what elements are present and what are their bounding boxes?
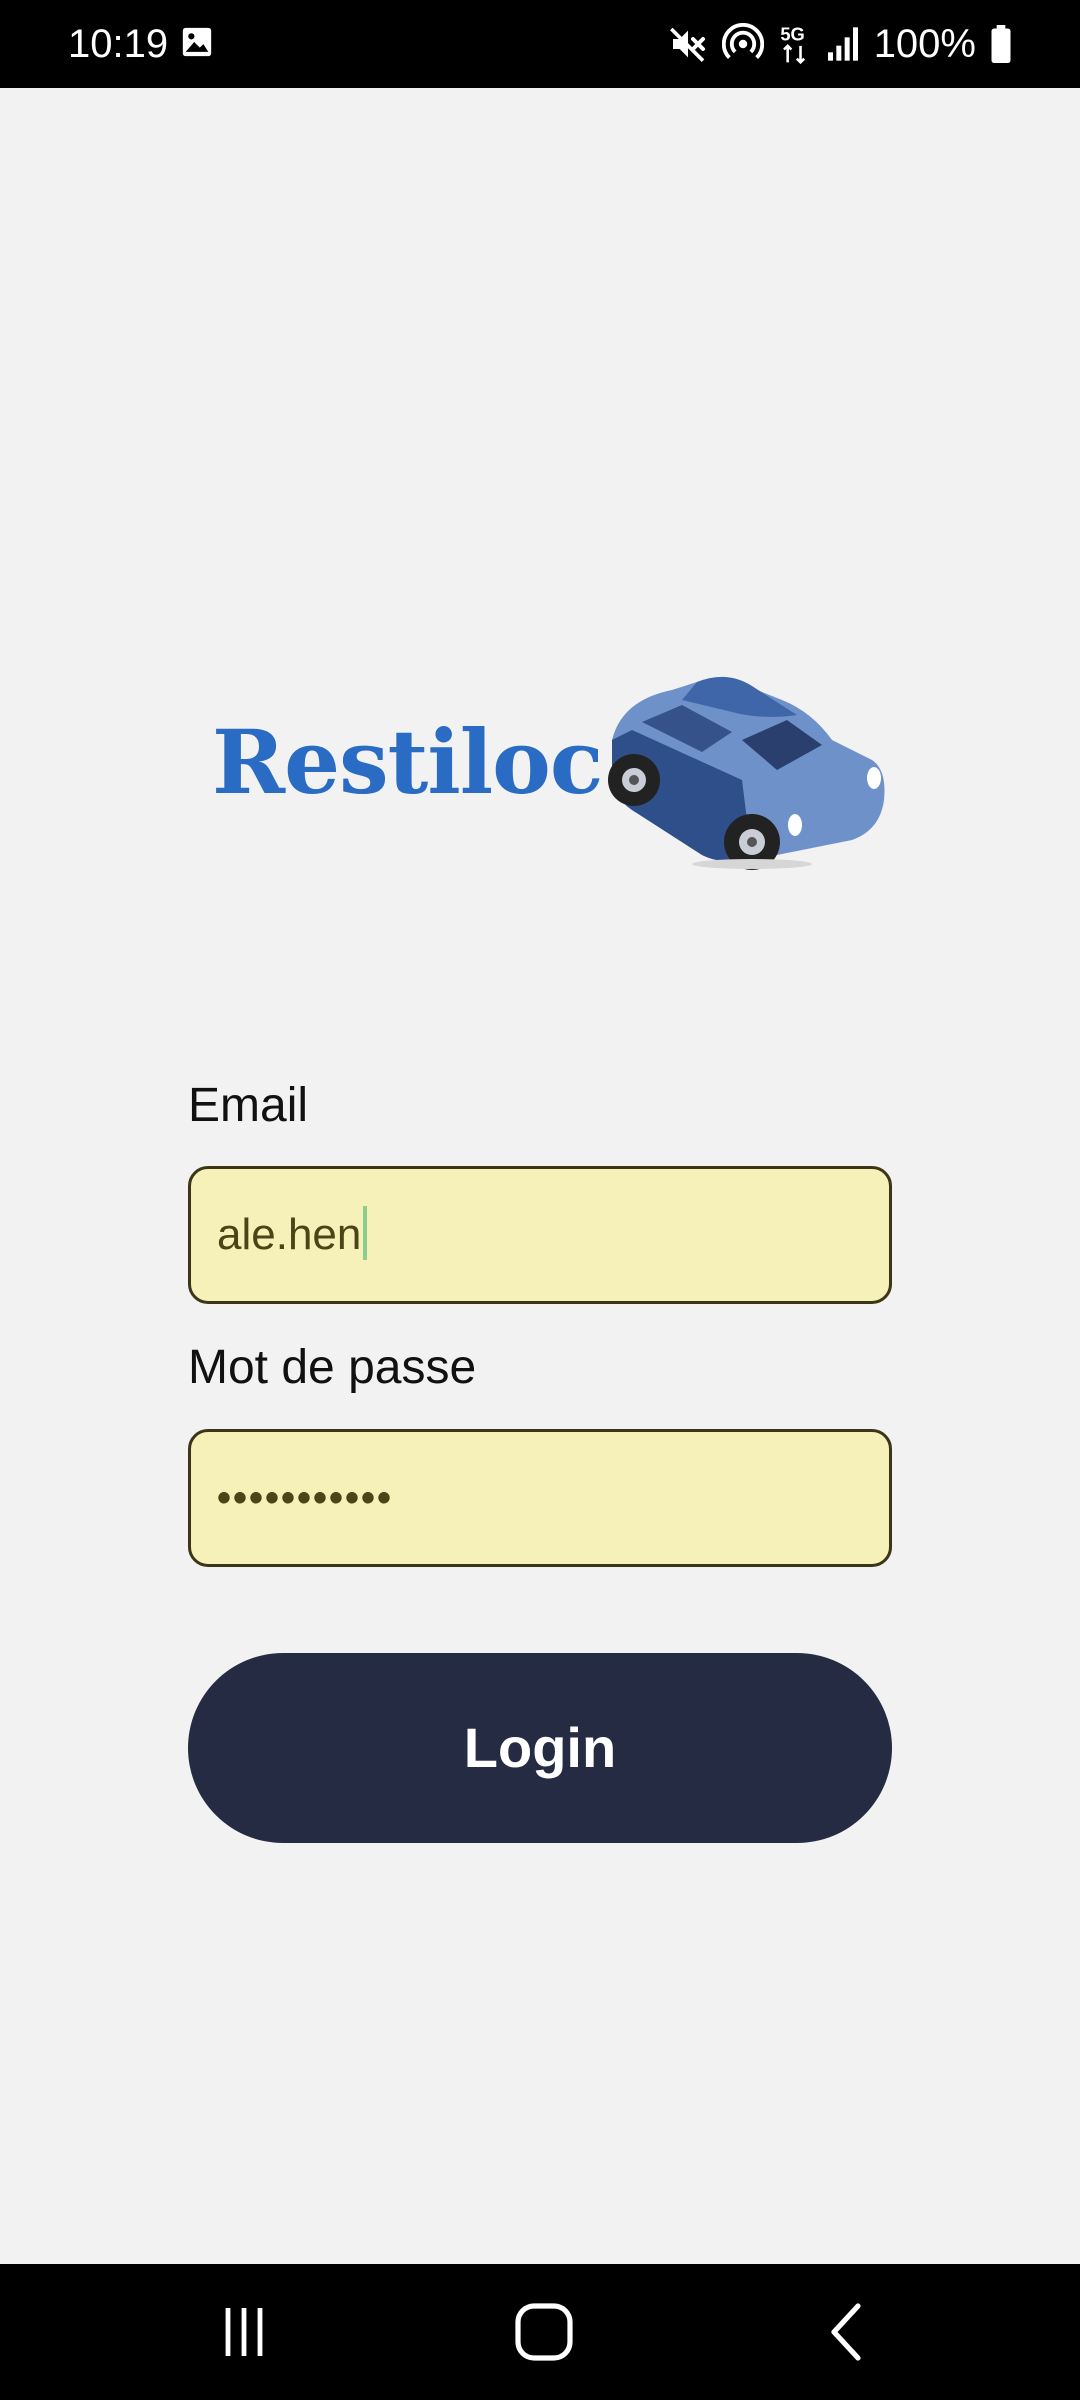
email-label: Email [188,1079,309,1132]
password-field[interactable]: ••••••••••• [188,1429,892,1567]
signal-icon [827,27,858,61]
login-screen: 10:19 5G 100% Restiloc Email ale.hen Mot… [0,0,1080,2400]
home-icon[interactable] [512,2300,576,2364]
email-text: ale.hen [217,1210,362,1259]
brand-name: Restiloc [212,710,603,814]
battery-icon [991,25,1011,63]
svg-text:5G: 5G [780,23,804,44]
status-bar: 10:19 5G 100% [0,0,1080,88]
5g-icon: 5G [780,23,805,65]
car-icon [608,676,885,870]
recents-icon[interactable] [212,2300,276,2364]
password-value: ••••••••••• [217,1476,394,1520]
status-icons: 5G 100% [668,16,1012,72]
mute-icon [669,27,705,62]
status-time: 10:19 [68,22,169,66]
text-cursor [363,1206,368,1261]
back-icon[interactable] [816,2300,880,2364]
battery-percentage: 100% [873,22,976,66]
gallery-icon [182,27,212,57]
password-label: Mot de passe [188,1341,477,1394]
navigation-bar [0,2264,1080,2400]
hotspot-icon [721,23,764,60]
login-button[interactable]: Login [188,1653,892,1843]
email-field[interactable]: ale.hen [188,1166,892,1304]
app-logo: Restiloc [212,660,892,870]
email-value: ale.hen [217,1169,368,1301]
